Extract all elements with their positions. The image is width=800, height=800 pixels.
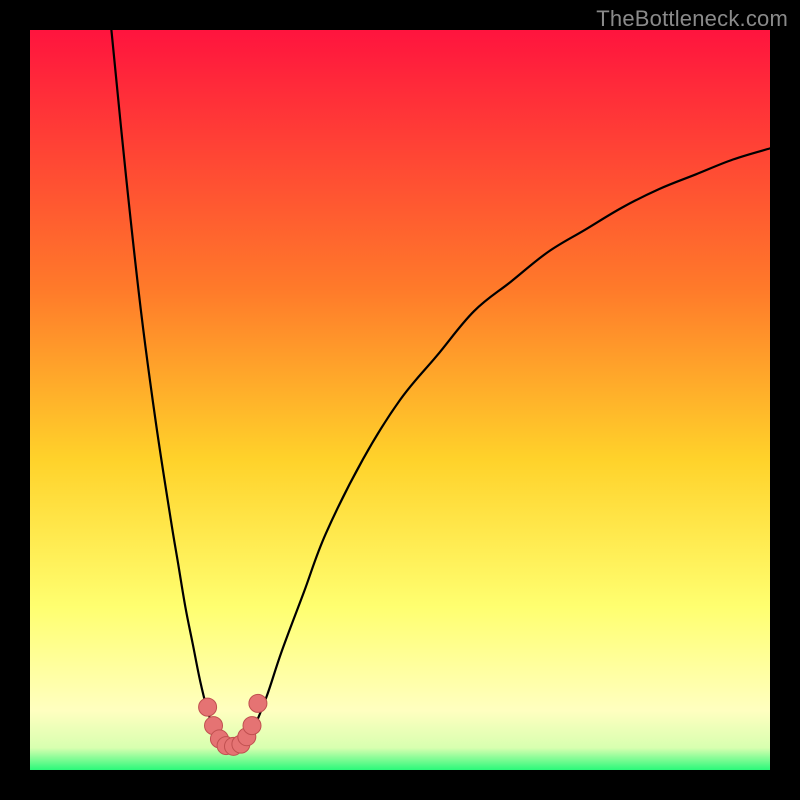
chart-svg — [30, 30, 770, 770]
chart-container: TheBottleneck.com — [0, 0, 800, 800]
highlight-marker — [199, 698, 217, 716]
plot-area — [30, 30, 770, 770]
highlight-marker — [249, 694, 267, 712]
highlight-marker — [243, 717, 261, 735]
watermark-text: TheBottleneck.com — [596, 6, 788, 32]
